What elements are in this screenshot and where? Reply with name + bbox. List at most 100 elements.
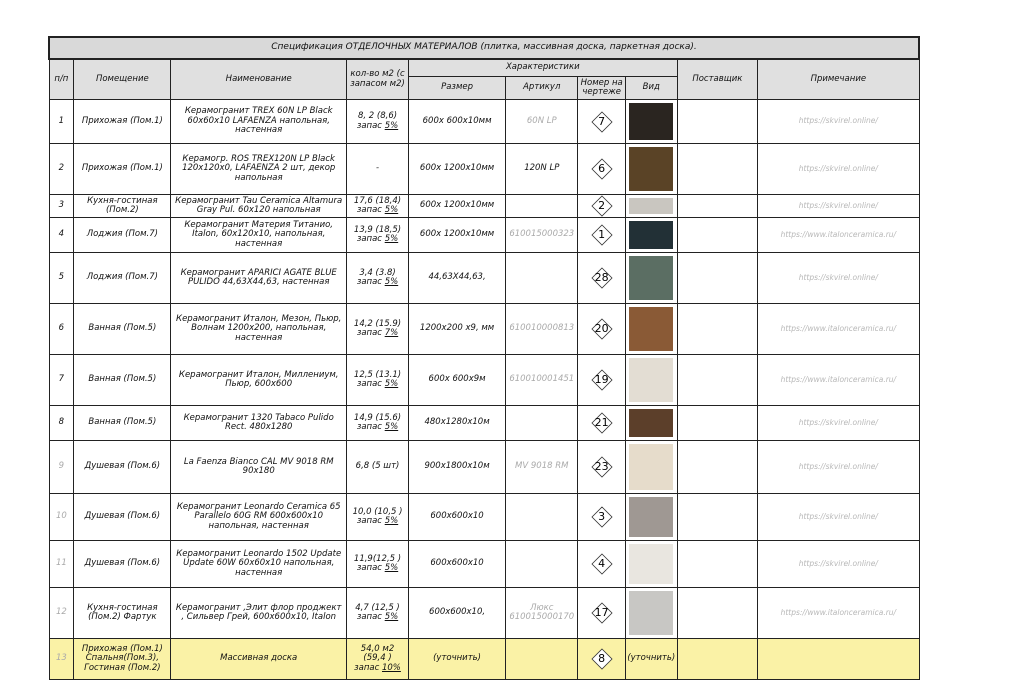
tile-swatch (629, 591, 674, 635)
table-row: 7 Ванная (Пом.5) Керамогранит Италон, Милл… (48, 354, 920, 406)
article-cell: MV 9018 RM (505, 440, 579, 494)
table-row: 13 Прихожая (Пом.1) Спальня(Пом.3), Гости… (48, 638, 920, 680)
header-drawing-no: Номер на чертеже (577, 76, 626, 100)
reserve-percent: 5% (384, 422, 399, 432)
table-row: 9 Душевая (Пом.6) La Faenza Bianco CAL MV … (48, 440, 920, 494)
size-cell: 1200x200 x9, мм (407, 303, 507, 355)
drawing-mark-diamond: 23 (591, 456, 613, 478)
row-number: 10 (48, 493, 75, 541)
qty-value: 6,8 (5 шт) (355, 461, 400, 472)
view-cell (624, 194, 678, 218)
qty-cell: 14,9 (15.6) запас 5% (346, 405, 409, 441)
note-cell: https://skvirel.online/ (757, 99, 920, 144)
header-note: Примечание (757, 58, 920, 100)
drawing-mark-diamond: 1 (591, 224, 613, 246)
room-cell: Душевая (Пом.6) (73, 493, 172, 541)
row-number: 7 (48, 354, 75, 406)
supplier-cell (676, 540, 759, 588)
view-cell (624, 217, 678, 253)
qty-cell: 8, 2 (8,6) запас 5% (346, 99, 409, 144)
article-cell (505, 194, 579, 218)
drawing-mark-cell: 8 (577, 638, 626, 680)
view-cell (624, 99, 678, 144)
size-cell: 900x1800x10м (407, 440, 507, 494)
tile-swatch (629, 256, 674, 300)
room-cell: Ванная (Пом.5) (73, 303, 172, 355)
reserve-label: запас (356, 422, 385, 432)
reserve-label: запас (356, 516, 385, 526)
name-cell: Массивная доска (170, 638, 348, 680)
qty-cell: 4,7 (12,5 ) запас 5% (346, 587, 409, 639)
reserve-percent: 5% (384, 234, 399, 244)
note-cell: https://skvirel.online/ (757, 143, 920, 195)
table-row: 5 Лоджия (Пом.7) Керамогранит APARICI AGAT… (48, 252, 920, 304)
room-cell: Лоджия (Пом.7) (73, 217, 172, 253)
view-cell (624, 143, 678, 195)
drawing-mark-cell: 28 (577, 252, 626, 304)
header-room: Помещение (73, 58, 172, 100)
room-cell: Прихожая (Пом.1) (73, 99, 172, 144)
drawing-mark-diamond: 4 (591, 553, 613, 575)
size-cell: 44,63X44,63, (407, 252, 507, 304)
header-name: Наименование (170, 58, 348, 100)
reserve-label: запас (354, 662, 382, 673)
view-cell (624, 405, 678, 441)
supplier-cell (676, 405, 759, 441)
room-cell: Душевая (Пом.6) (73, 540, 172, 588)
note-cell: https://skvirel.online/ (757, 194, 920, 218)
drawing-mark-number: 4 (598, 557, 606, 570)
article-cell (505, 493, 579, 541)
supplier-cell (676, 440, 759, 494)
row-number: 9 (48, 440, 75, 494)
reserve-label: запас (356, 234, 385, 244)
qty-reserve: запас 5% (349, 205, 406, 215)
name-cell: Керамогранит Материя Титанио, Italon, 60… (170, 217, 348, 253)
drawing-mark-cell: 7 (577, 99, 626, 144)
qty-reserve: запас 5% (349, 516, 406, 526)
drawing-mark-diamond: 28 (591, 267, 613, 289)
drawing-mark-number: 3 (598, 510, 606, 523)
tile-swatch (629, 444, 674, 490)
tile-swatch (629, 307, 674, 351)
view-cell (624, 354, 678, 406)
reserve-label: запас (356, 120, 385, 131)
qty-reserve: запас 5% (349, 612, 406, 622)
header-qty: кол-во м2 (с запасом м2) (346, 58, 409, 100)
reserve-label: запас (356, 563, 385, 573)
reserve-percent: 5% (384, 205, 399, 215)
qty-cell: 6,8 (5 шт) (346, 440, 409, 494)
drawing-mark-cell: 23 (577, 440, 626, 494)
tile-swatch (629, 358, 674, 402)
qty-reserve: запас 5% (349, 563, 406, 573)
row-number: 4 (48, 217, 75, 253)
size-cell: 600x600x10 (407, 493, 507, 541)
reserve-percent: 5% (384, 379, 399, 389)
article-cell (505, 405, 579, 441)
drawing-mark-diamond: 21 (591, 412, 613, 434)
article-cell (505, 638, 579, 680)
tile-swatch (629, 497, 674, 537)
note-cell: https://skvirel.online/ (757, 440, 920, 494)
table-row: 1 Прихожая (Пом.1) Керамогранит TREX 60N L… (48, 99, 920, 144)
article-cell: 60N LP (505, 99, 579, 144)
drawing-mark-diamond: 6 (591, 158, 613, 180)
drawing-mark-diamond: 19 (591, 369, 613, 391)
drawing-mark-cell: 4 (577, 540, 626, 588)
name-cell: Керамогранит 1320 Tabaco Pulido Rect. 48… (170, 405, 348, 441)
name-cell: Керамогранит TREX 60N LP Black 60x60x10 … (170, 99, 348, 144)
drawing-mark-cell: 1 (577, 217, 626, 253)
name-cell: Керамогр. ROS TREX120N LP Black 120x120x… (170, 143, 348, 195)
size-cell: 600x 1200x10мм (407, 217, 507, 253)
supplier-cell (676, 303, 759, 355)
note-cell: https://skvirel.online/ (757, 405, 920, 441)
supplier-cell (676, 143, 759, 195)
header-num: п/п (48, 58, 75, 100)
table-row: 8 Ванная (Пом.5) Керамогранит 1320 Tabaco … (48, 405, 920, 441)
name-cell: Керамогранит Leonardo Ceramica 65 Parall… (170, 493, 348, 541)
reserve-label: запас (356, 205, 385, 215)
drawing-mark-number: 8 (598, 652, 606, 665)
header-supplier: Поставщик (676, 58, 759, 100)
drawing-mark-number: 19 (594, 373, 609, 386)
name-cell: Керамогранит Tau Ceramica Altamura Gray … (170, 194, 348, 218)
room-cell: Кухня-гостиная (Пом.2) (73, 194, 172, 218)
